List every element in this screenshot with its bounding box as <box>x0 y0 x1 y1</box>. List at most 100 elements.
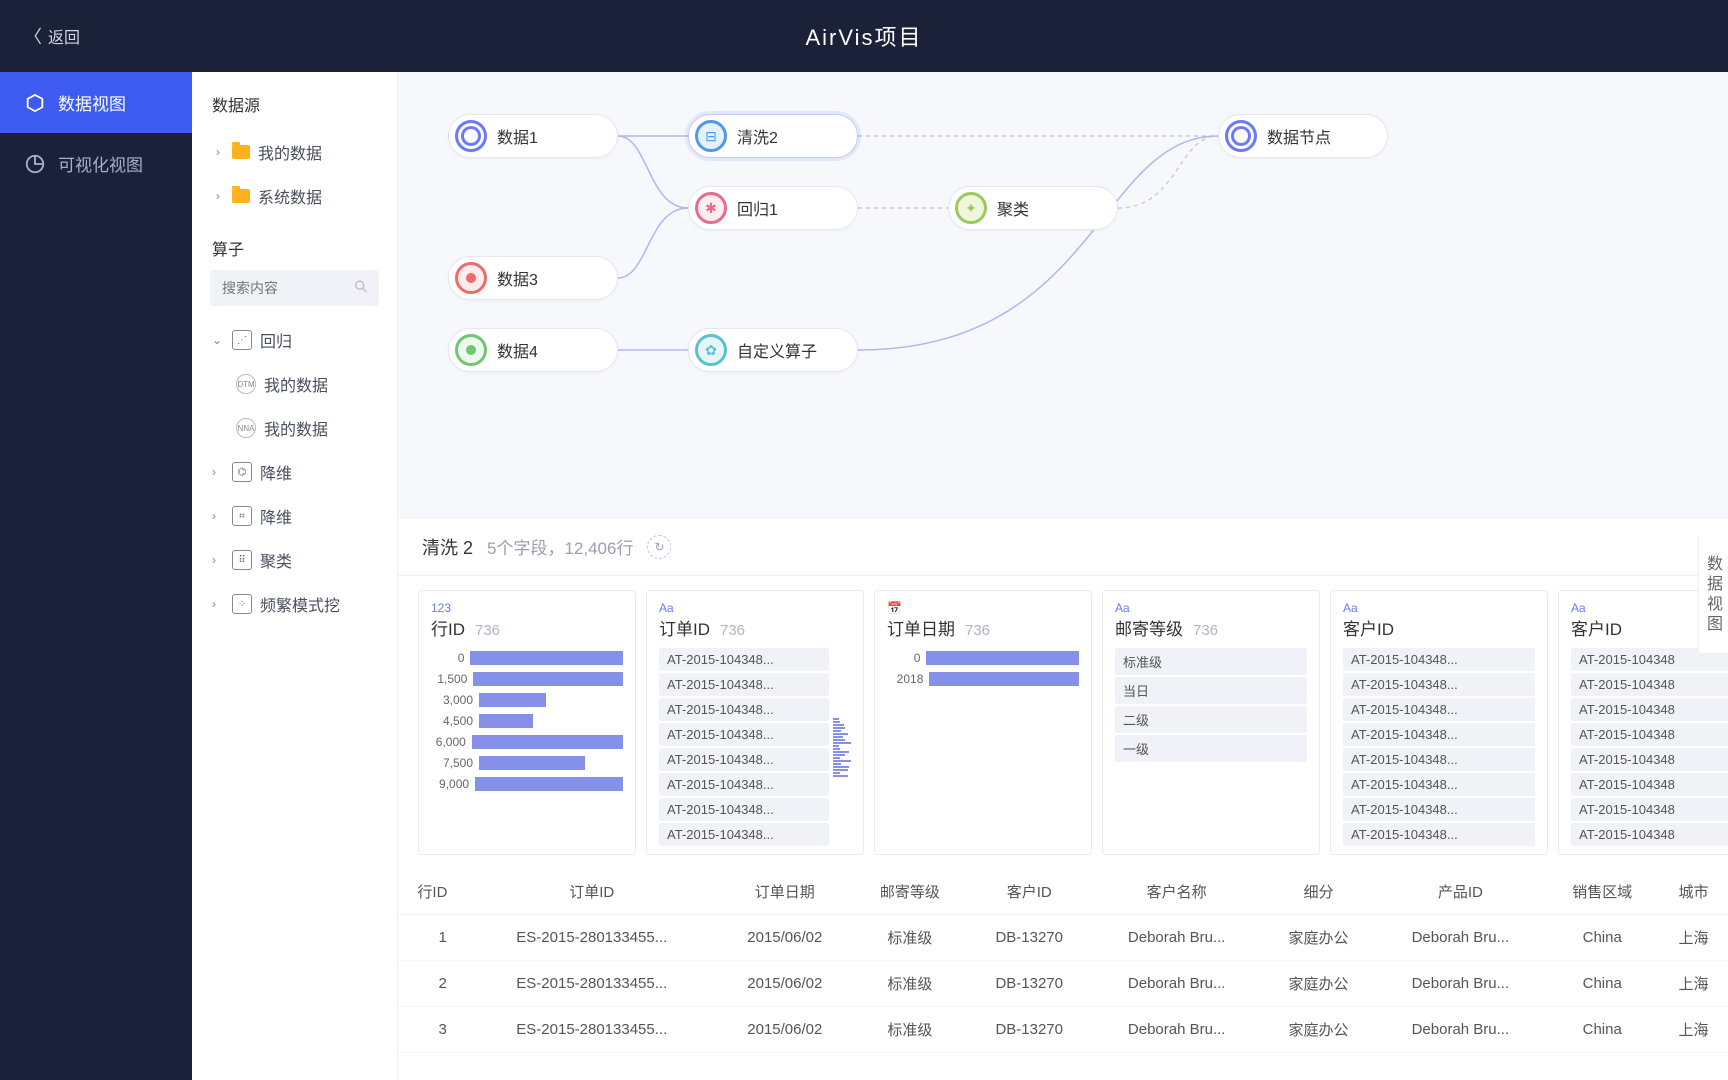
table-row[interactable]: 3ES-2015-280133455...2015/06/02标准级DB-132… <box>398 1007 1728 1053</box>
table-cell: DB-13270 <box>967 1007 1092 1053</box>
op-regression[interactable]: ⌄ ⋰ 回归 <box>192 318 397 362</box>
table-col-header[interactable]: 城市 <box>1659 869 1728 915</box>
chevron-right-icon: › <box>212 465 224 479</box>
table-row[interactable]: 2ES-2015-280133455...2015/06/02标准级DB-132… <box>398 961 1728 1007</box>
table-col-header[interactable]: 销售区域 <box>1545 869 1659 915</box>
node-label: 聚类 <box>997 196 1029 220</box>
op-dimred-1[interactable]: › ⌬ 降维 <box>192 450 397 494</box>
table-cell: 2015/06/02 <box>717 961 853 1007</box>
table-col-header[interactable]: 客户ID <box>967 869 1092 915</box>
nav-data-view[interactable]: 数据视图 <box>0 72 192 133</box>
table-cell: Deborah Bru... <box>1092 961 1262 1007</box>
value-item: AT-2015-104348... <box>659 698 829 721</box>
table-col-header[interactable]: 订单ID <box>467 869 717 915</box>
op-pattern[interactable]: › ⁘ 频繁模式挖 <box>192 582 397 626</box>
table-col-header[interactable]: 邮寄等级 <box>853 869 967 915</box>
table-cell: 标准级 <box>853 1007 967 1053</box>
op-dimred-2[interactable]: › ⌗ 降维 <box>192 494 397 538</box>
field-type-icon: 📅 <box>887 601 1079 615</box>
flow-node-datanode[interactable]: 数据节点 <box>1218 114 1388 158</box>
history-icon[interactable]: ↻ <box>647 535 671 559</box>
data-panel: 清洗 2 5个字段，12,406行 ↻ › 123 行ID 736 01,500… <box>398 517 1728 1080</box>
table-cell: Deborah Bru... <box>1092 915 1262 961</box>
value-item: AT-2015-104348... <box>659 673 829 696</box>
hist-label: 0 <box>431 651 464 665</box>
table-row[interactable]: 1ES-2015-280133455...2015/06/02标准级DB-132… <box>398 915 1728 961</box>
hist-label: 0 <box>887 651 920 665</box>
table-col-header[interactable]: 细分 <box>1262 869 1376 915</box>
nav-label: 可视化视图 <box>58 151 143 176</box>
cluster-icon: ⠿ <box>232 550 252 570</box>
sidebar-source-sysdata[interactable]: › 系统数据 <box>192 174 397 218</box>
value-item: AT-2015-104348 <box>1571 773 1728 796</box>
op-cluster[interactable]: › ⠿ 聚类 <box>192 538 397 582</box>
field-name: 行ID <box>431 615 465 640</box>
flow-node-reg1[interactable]: ✱ 回归1 <box>688 186 858 230</box>
scatter-icon: ⋰ <box>232 330 252 350</box>
field-count: 736 <box>475 622 500 639</box>
op-label: 回归 <box>260 328 292 352</box>
hist-bar <box>479 714 533 728</box>
back-button[interactable]: 〈 返回 <box>24 23 80 49</box>
value-item: AT-2015-104348 <box>1571 748 1728 771</box>
field-card[interactable]: 📅 订单日期 736 02018 <box>874 590 1092 855</box>
chevron-down-icon: ⌄ <box>212 333 224 347</box>
field-card[interactable]: Aa 邮寄等级 736 标准级当日二级一级 <box>1102 590 1320 855</box>
field-card[interactable]: Aa 订单ID 736 AT-2015-104348...AT-2015-104… <box>646 590 864 855</box>
page-title: AirVis项目 <box>805 20 922 52</box>
node-label: 数据4 <box>497 338 538 362</box>
table-col-header[interactable]: 产品ID <box>1375 869 1545 915</box>
value-item: AT-2015-104348... <box>1343 648 1535 671</box>
table-cell: 2 <box>398 961 467 1007</box>
table-cell: Deborah Bru... <box>1375 915 1545 961</box>
chevron-right-icon: › <box>212 597 224 611</box>
flow-node-data1[interactable]: 数据1 <box>448 114 618 158</box>
table-cell: 3 <box>398 1007 467 1053</box>
hist-label: 6,000 <box>431 735 466 749</box>
table-cell: DB-13270 <box>967 915 1092 961</box>
flow-node-clean2[interactable]: ⊟ 清洗2 <box>688 114 858 158</box>
table-col-header[interactable]: 订单日期 <box>717 869 853 915</box>
flow-node-data4[interactable]: 数据4 <box>448 328 618 372</box>
value-item: AT-2015-104348 <box>1571 823 1728 846</box>
data-node-icon <box>455 262 487 294</box>
sidebar-source-mydata[interactable]: › 我的数据 <box>192 130 397 174</box>
flow-canvas[interactable]: 数据1 ⊟ 清洗2 数据节点 ✱ 回归1 ✦ 聚类 数据3 <box>398 72 1728 517</box>
field-card[interactable]: Aa 客户ID AT-2015-104348...AT-2015-104348.… <box>1330 590 1548 855</box>
field-type-icon: 123 <box>431 601 623 615</box>
flow-node-custom[interactable]: ✿ 自定义算子 <box>688 328 858 372</box>
panel-name: 清洗 2 <box>422 534 473 560</box>
op-regression-child-1[interactable]: DTM 我的数据 <box>192 362 397 406</box>
flow-node-data3[interactable]: 数据3 <box>448 256 618 300</box>
chevron-right-icon: › <box>212 189 224 203</box>
field-card[interactable]: 123 行ID 736 01,5003,0004,5006,0007,5009,… <box>418 590 636 855</box>
op-regression-child-2[interactable]: NNA 我的数据 <box>192 406 397 450</box>
table-col-header[interactable]: 行ID <box>398 869 467 915</box>
panel-side-tab[interactable]: 数据视图 <box>1698 537 1728 653</box>
value-item: AT-2015-104348... <box>659 823 829 846</box>
table-cell: Deborah Bru... <box>1092 1007 1262 1053</box>
table-cell: 家庭办公 <box>1262 1007 1376 1053</box>
table-cell: 上海 <box>1659 1007 1728 1053</box>
hist-label: 4,500 <box>431 714 473 728</box>
hist-bar <box>926 651 1079 665</box>
table-header-row: 行ID订单ID订单日期邮寄等级客户ID客户名称细分产品ID销售区域城市 <box>398 869 1728 915</box>
flow-node-cluster[interactable]: ✦ 聚类 <box>948 186 1118 230</box>
table-cell: ES-2015-280133455... <box>467 1007 717 1053</box>
sidebar: 数据源 › 我的数据 › 系统数据 算子 ⌄ ⋰ 回归 DTM 我的数据 <box>192 72 398 1080</box>
op-label: 我的数据 <box>264 416 328 440</box>
value-item: AT-2015-104348... <box>1343 698 1535 721</box>
table-cell: China <box>1545 961 1659 1007</box>
folder-icon <box>232 145 250 159</box>
hist-label: 2018 <box>887 672 923 686</box>
table-cell: Deborah Bru... <box>1375 1007 1545 1053</box>
field-cards: 123 行ID 736 01,5003,0004,5006,0007,5009,… <box>398 576 1728 869</box>
value-item: AT-2015-104348 <box>1571 673 1728 696</box>
tree-label: 我的数据 <box>258 140 322 164</box>
table-col-header[interactable]: 客户名称 <box>1092 869 1262 915</box>
op-label: 降维 <box>260 460 292 484</box>
nav-viz-view[interactable]: 可视化视图 <box>0 133 192 194</box>
field-count: 736 <box>965 622 990 639</box>
op-label: 降维 <box>260 504 292 528</box>
value-item: AT-2015-104348... <box>1343 723 1535 746</box>
